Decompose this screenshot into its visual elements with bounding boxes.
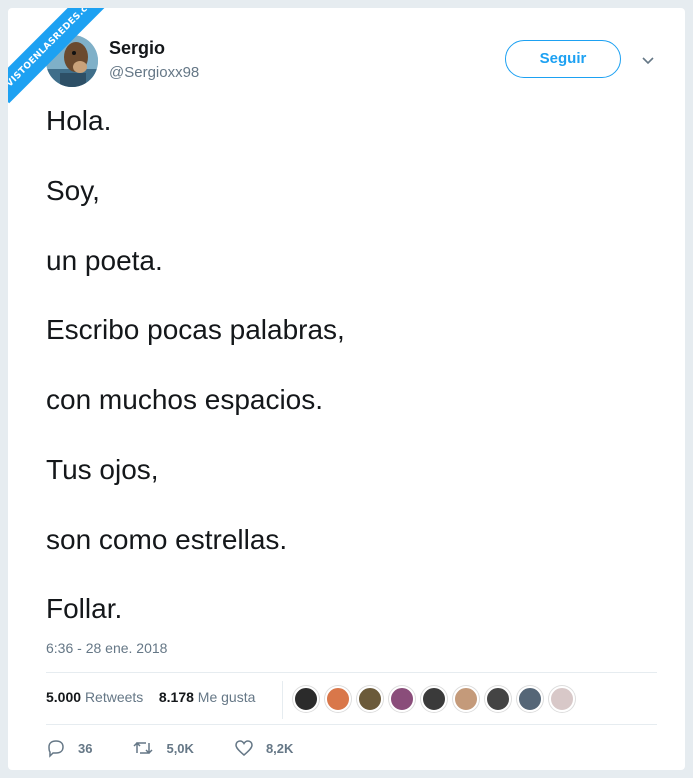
divider bbox=[46, 672, 657, 673]
liker-avatar[interactable] bbox=[325, 686, 351, 712]
divider bbox=[282, 681, 283, 719]
reply-button[interactable]: 36 bbox=[46, 738, 92, 758]
reply-icon bbox=[48, 740, 64, 758]
liker-avatar[interactable] bbox=[453, 686, 479, 712]
liker-avatar[interactable] bbox=[389, 686, 415, 712]
tweet-text-line: Follar. bbox=[46, 593, 123, 624]
tweet-text-line: un poeta. bbox=[46, 245, 163, 276]
liker-avatar[interactable] bbox=[549, 686, 575, 712]
liker-avatar[interactable] bbox=[357, 686, 383, 712]
retweet-count: 5,0K bbox=[166, 740, 194, 756]
tweet-text-line: Escribo pocas palabras, bbox=[46, 314, 345, 345]
reply-count: 36 bbox=[78, 740, 93, 756]
retweet-button[interactable]: 5,0K bbox=[132, 738, 194, 758]
user-name[interactable]: Sergio bbox=[109, 38, 165, 59]
tweet-text-line: Soy, bbox=[46, 175, 100, 206]
follow-button[interactable]: Seguir bbox=[505, 40, 621, 78]
engagement-stats: 5.000 Retweets 8.178 Me gusta bbox=[46, 689, 255, 705]
heart-icon bbox=[235, 740, 253, 756]
tweet-text-line: con muchos espacios. bbox=[46, 384, 324, 415]
tweet-text-line: Hola. bbox=[46, 105, 112, 136]
like-button[interactable]: 8,2K bbox=[234, 738, 293, 758]
likes-stat[interactable]: 8.178 Me gusta bbox=[159, 689, 256, 705]
tweet-actions: 36 5,0K 8,2K bbox=[46, 738, 333, 758]
liker-avatar[interactable] bbox=[421, 686, 447, 712]
liker-avatars bbox=[293, 686, 581, 712]
user-handle[interactable]: @Sergioxx98 bbox=[109, 64, 199, 81]
retweets-stat[interactable]: 5.000 Retweets bbox=[46, 689, 143, 705]
tweet-text-line: Tus ojos, bbox=[46, 454, 159, 485]
retweets-count: 5.000 bbox=[46, 689, 82, 705]
retweets-label: Retweets bbox=[84, 689, 144, 705]
likes-label: Me gusta bbox=[197, 689, 256, 705]
timestamp[interactable]: 6:36 - 28 ene. 2018 bbox=[46, 640, 167, 656]
tweet-text-line: son como estrellas. bbox=[46, 524, 288, 555]
divider bbox=[46, 724, 657, 725]
liker-avatar[interactable] bbox=[293, 686, 319, 712]
like-count: 8,2K bbox=[265, 740, 294, 756]
likes-count: 8.178 bbox=[158, 689, 194, 705]
liker-avatar[interactable] bbox=[485, 686, 511, 712]
liker-avatar[interactable] bbox=[517, 686, 543, 712]
tweet-card: VISTOENLASREDES.com Sergio @Sergioxx98 S… bbox=[8, 8, 685, 770]
watermark-text: VISTOENLASREDES.com bbox=[8, 8, 108, 104]
watermark-ribbon: VISTOENLASREDES.com bbox=[8, 8, 108, 108]
retweet-icon bbox=[133, 741, 153, 755]
chevron-down-icon[interactable] bbox=[638, 50, 658, 70]
